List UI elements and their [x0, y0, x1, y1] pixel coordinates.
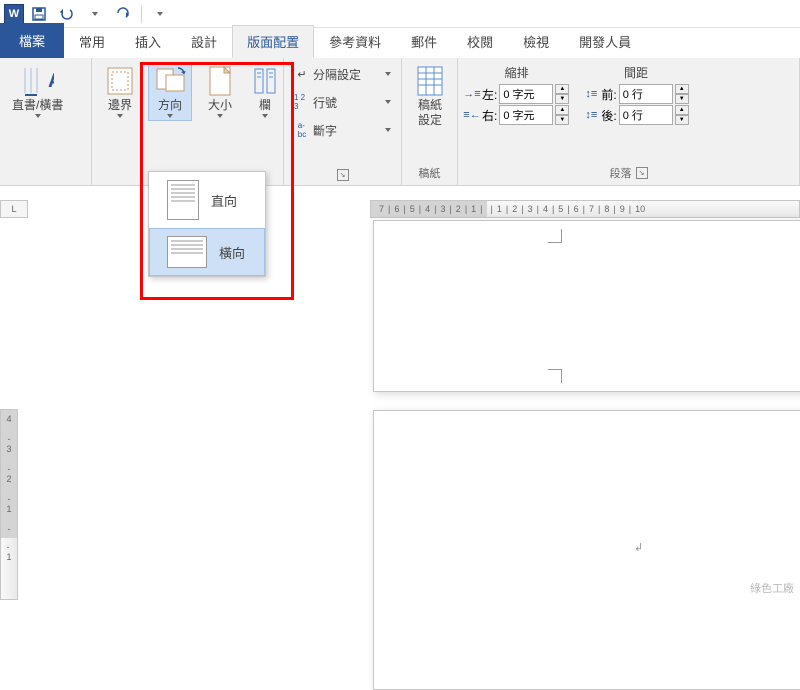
- indent-right-label: 右:: [482, 107, 497, 124]
- size-label: 大小: [208, 99, 232, 112]
- save-button[interactable]: [26, 2, 52, 26]
- dropdown-arrow-icon: [217, 114, 223, 118]
- hyphenation-button[interactable]: a-bc 斷字: [290, 118, 395, 142]
- tab-file[interactable]: 檔案: [0, 23, 64, 58]
- horizontal-ruler[interactable]: 7|6|5|4|3|2|1| |1|2|3|4|5|6|7|8|9|10: [370, 200, 800, 218]
- text-direction-button[interactable]: A 直書/橫書: [6, 62, 69, 121]
- tab-design[interactable]: 設計: [176, 25, 232, 58]
- dropdown-arrow-icon: [385, 100, 391, 104]
- indent-left-spinner[interactable]: ▲▼: [555, 84, 569, 104]
- document-page[interactable]: [373, 220, 800, 392]
- redo-button[interactable]: [110, 2, 136, 26]
- indent-left-icon: →≡: [464, 86, 480, 102]
- margins-label: 邊界: [108, 99, 132, 112]
- undo-button[interactable]: [54, 2, 80, 26]
- indent-header: 縮排: [464, 64, 569, 83]
- document-area[interactable]: ↲: [28, 218, 800, 600]
- spacing-after-label: 後:: [601, 107, 616, 124]
- undo-more-button[interactable]: [82, 2, 108, 26]
- orientation-label: 方向: [158, 99, 182, 112]
- dropdown-arrow-icon: [385, 128, 391, 132]
- watermark-text: 綠色工廠: [750, 580, 794, 596]
- spacing-before-icon: ↕≡: [583, 86, 599, 102]
- manuscript-label1: 稿紙: [418, 99, 442, 112]
- text-direction-label: 直書/橫書: [12, 99, 63, 112]
- columns-button[interactable]: 欄: [248, 62, 282, 121]
- tab-home[interactable]: 常用: [64, 25, 120, 58]
- orientation-landscape-item[interactable]: 橫向: [149, 228, 265, 276]
- dropdown-arrow-icon: [167, 114, 173, 118]
- vertical-ruler[interactable]: 4-3-2-1- -1: [0, 409, 18, 600]
- landscape-thumb-icon: [167, 236, 207, 268]
- spacing-after-icon: ↕≡: [583, 107, 599, 123]
- document-page[interactable]: ↲: [373, 410, 800, 690]
- indent-left-input[interactable]: [499, 84, 553, 104]
- dropdown-arrow-icon: [385, 72, 391, 76]
- landscape-label: 橫向: [219, 243, 245, 262]
- spacing-after-input[interactable]: [619, 105, 673, 125]
- manuscript-group-label: 稿紙: [408, 163, 451, 183]
- tab-mailings[interactable]: 郵件: [396, 25, 452, 58]
- ruler-corner[interactable]: L: [0, 200, 28, 218]
- indent-right-spinner[interactable]: ▲▼: [555, 105, 569, 125]
- hyphenation-icon: a-bc: [294, 122, 310, 138]
- tab-developer[interactable]: 開發人員: [564, 25, 646, 58]
- spacing-before-label: 前:: [601, 86, 616, 103]
- spacing-before-input[interactable]: [619, 84, 673, 104]
- manuscript-paper-button[interactable]: 稿紙 設定: [408, 62, 452, 130]
- dropdown-arrow-icon: [262, 114, 268, 118]
- spacing-after-spinner[interactable]: ▲▼: [675, 105, 689, 125]
- quick-access-toolbar: W: [0, 0, 800, 28]
- line-numbers-label: 行號: [313, 94, 337, 111]
- orientation-portrait-item[interactable]: 直向: [149, 172, 265, 228]
- tab-page-layout[interactable]: 版面配置: [232, 25, 314, 58]
- dropdown-arrow-icon: [35, 114, 41, 118]
- tab-review[interactable]: 校閱: [452, 25, 508, 58]
- spacing-header: 間距: [583, 64, 688, 83]
- columns-label: 欄: [259, 99, 271, 112]
- tab-insert[interactable]: 插入: [120, 25, 176, 58]
- orientation-dropdown: 直向 橫向: [148, 171, 266, 277]
- margins-button[interactable]: 邊界: [98, 62, 142, 121]
- ribbon-tabstrip: 檔案 常用 插入 設計 版面配置 參考資料 郵件 校閱 檢視 開發人員: [0, 28, 800, 58]
- spacing-before-spinner[interactable]: ▲▼: [675, 84, 689, 104]
- word-app-icon: W: [4, 4, 24, 24]
- dropdown-arrow-icon: [117, 114, 123, 118]
- line-numbers-icon: 1 2 3: [294, 94, 310, 110]
- portrait-thumb-icon: [167, 180, 199, 220]
- portrait-label: 直向: [211, 191, 237, 210]
- paragraph-group-label: 段落: [610, 165, 632, 181]
- svg-text:A: A: [48, 70, 54, 92]
- page-setup-launcher[interactable]: ↘: [337, 169, 349, 181]
- hyphenation-label: 斷字: [313, 122, 337, 139]
- tab-view[interactable]: 檢視: [508, 25, 564, 58]
- orientation-button[interactable]: 方向: [148, 62, 192, 121]
- indent-right-input[interactable]: [499, 105, 553, 125]
- manuscript-label2: 設定: [418, 114, 442, 127]
- qat-customize-button[interactable]: [147, 2, 173, 26]
- breaks-icon: ↵: [294, 66, 310, 82]
- paragraph-launcher[interactable]: ↘: [636, 167, 648, 179]
- breaks-button[interactable]: ↵ 分隔設定: [290, 62, 395, 86]
- tab-references[interactable]: 參考資料: [314, 25, 396, 58]
- indent-right-icon: ≡←: [464, 107, 480, 123]
- breaks-label: 分隔設定: [313, 66, 361, 83]
- ribbon: A 直書/橫書 邊界 方向: [0, 58, 800, 186]
- line-numbers-button[interactable]: 1 2 3 行號: [290, 90, 395, 114]
- size-button[interactable]: 大小: [198, 62, 242, 121]
- indent-left-label: 左:: [482, 86, 497, 103]
